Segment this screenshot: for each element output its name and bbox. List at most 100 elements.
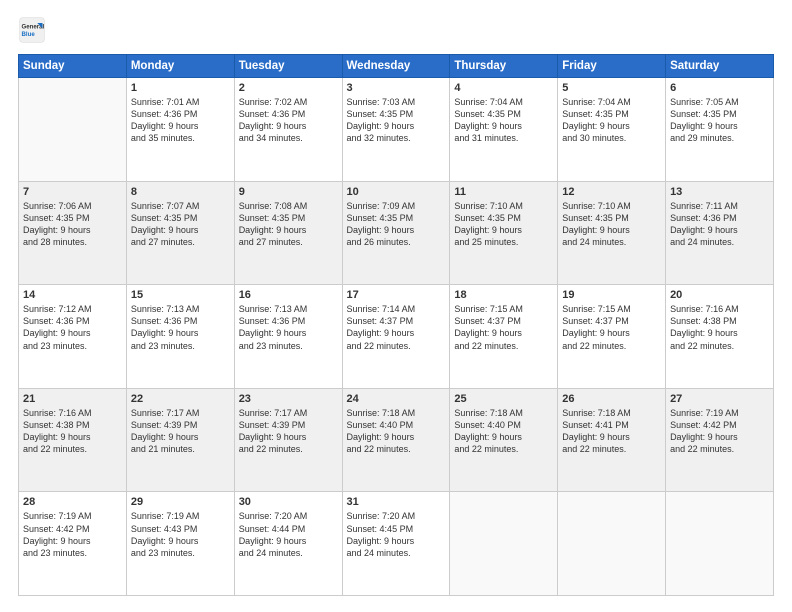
day-cell: 25 Sunrise: 7:18 AM Sunset: 4:40 PM Dayli… (450, 388, 558, 492)
day-cell: 4 Sunrise: 7:04 AM Sunset: 4:35 PM Daylig… (450, 78, 558, 182)
day-info: Sunrise: 7:02 AM Sunset: 4:36 PM Dayligh… (239, 96, 338, 145)
day-cell: 24Sunrise: 7:18 AM Sunset: 4:40 PM Dayli… (342, 388, 450, 492)
day-cell: 15Sunrise: 7:13 AM Sunset: 4:36 PM Dayli… (126, 285, 234, 389)
day-info: Sunrise: 7:17 AM Sunset: 4:39 PM Dayligh… (131, 407, 230, 456)
day-cell: 3Sunrise: 7:03 AM Sunset: 4:35 PM Daylig… (342, 78, 450, 182)
day-number: 4 (454, 82, 553, 94)
week-row-1: 1Sunrise: 7:01 AM Sunset: 4:36 PM Daylig… (19, 78, 774, 182)
day-cell (19, 78, 127, 182)
day-cell: 27 Sunrise: 7:19 AM Sunset: 4:42 PM Dayli… (666, 388, 774, 492)
day-cell: 13 Sunrise: 7:11 AM Sunset: 4:36 PM Dayli… (666, 181, 774, 285)
day-cell: 30 Sunrise: 7:20 AM Sunset: 4:44 PM Dayli… (234, 492, 342, 596)
day-number: 16 (239, 289, 338, 301)
day-info: Sunrise: 7:11 AM Sunset: 4:36 PM Dayligh… (670, 200, 769, 249)
day-info: Sunrise: 7:04 AM Sunset: 4:35 PM Dayligh… (454, 96, 553, 145)
day-cell: 17 Sunrise: 7:14 AM Sunset: 4:37 PM Dayli… (342, 285, 450, 389)
day-number: 13 (670, 186, 769, 198)
day-number: 2 (239, 82, 338, 94)
day-number: 23 (239, 393, 338, 405)
day-number: 24 (347, 393, 446, 405)
header-cell-sunday: Sunday (19, 55, 127, 78)
day-info: Sunrise: 7:20 AM Sunset: 4:45 PM Dayligh… (347, 510, 446, 559)
day-info: Sunrise: 7:19 AM Sunset: 4:42 PM Dayligh… (23, 510, 122, 559)
day-cell (558, 492, 666, 596)
day-number: 28 (23, 496, 122, 508)
day-number: 31 (347, 496, 446, 508)
page: General Blue SundayMondayTuesdayWednesda… (0, 0, 792, 612)
calendar-body: 1Sunrise: 7:01 AM Sunset: 4:36 PM Daylig… (19, 78, 774, 596)
day-number: 14 (23, 289, 122, 301)
day-info: Sunrise: 7:05 AM Sunset: 4:35 PM Dayligh… (670, 96, 769, 145)
day-info: Sunrise: 7:18 AM Sunset: 4:40 PM Dayligh… (454, 407, 553, 456)
header-row: SundayMondayTuesdayWednesdayThursdayFrid… (19, 55, 774, 78)
day-cell: 16 Sunrise: 7:13 AM Sunset: 4:36 PM Dayli… (234, 285, 342, 389)
day-number: 17 (347, 289, 446, 301)
day-cell: 26 Sunrise: 7:18 AM Sunset: 4:41 PM Dayli… (558, 388, 666, 492)
day-info: Sunrise: 7:15 AM Sunset: 4:37 PM Dayligh… (454, 303, 553, 352)
day-number: 27 (670, 393, 769, 405)
day-cell: 22 Sunrise: 7:17 AM Sunset: 4:39 PM Dayli… (126, 388, 234, 492)
day-cell: 12Sunrise: 7:10 AM Sunset: 4:35 PM Dayli… (558, 181, 666, 285)
header-cell-tuesday: Tuesday (234, 55, 342, 78)
day-info: Sunrise: 7:19 AM Sunset: 4:43 PM Dayligh… (131, 510, 230, 559)
day-info: Sunrise: 7:08 AM Sunset: 4:35 PM Dayligh… (239, 200, 338, 249)
day-number: 1 (131, 82, 230, 94)
header-cell-wednesday: Wednesday (342, 55, 450, 78)
day-number: 22 (131, 393, 230, 405)
day-cell: 31 Sunrise: 7:20 AM Sunset: 4:45 PM Dayli… (342, 492, 450, 596)
day-number: 20 (670, 289, 769, 301)
day-info: Sunrise: 7:12 AM Sunset: 4:36 PM Dayligh… (23, 303, 122, 352)
day-info: Sunrise: 7:10 AM Sunset: 4:35 PM Dayligh… (454, 200, 553, 249)
day-number: 9 (239, 186, 338, 198)
day-info: Sunrise: 7:13 AM Sunset: 4:36 PM Dayligh… (131, 303, 230, 352)
day-cell: 10 Sunrise: 7:09 AM Sunset: 4:35 PM Dayli… (342, 181, 450, 285)
calendar-table: SundayMondayTuesdayWednesdayThursdayFrid… (18, 54, 774, 596)
calendar-header: SundayMondayTuesdayWednesdayThursdayFrid… (19, 55, 774, 78)
day-cell: 1Sunrise: 7:01 AM Sunset: 4:36 PM Daylig… (126, 78, 234, 182)
day-info: Sunrise: 7:17 AM Sunset: 4:39 PM Dayligh… (239, 407, 338, 456)
day-cell: 18Sunrise: 7:15 AM Sunset: 4:37 PM Dayli… (450, 285, 558, 389)
day-cell (450, 492, 558, 596)
day-number: 10 (347, 186, 446, 198)
day-number: 26 (562, 393, 661, 405)
day-info: Sunrise: 7:16 AM Sunset: 4:38 PM Dayligh… (670, 303, 769, 352)
day-number: 30 (239, 496, 338, 508)
header-cell-thursday: Thursday (450, 55, 558, 78)
day-number: 29 (131, 496, 230, 508)
day-number: 8 (131, 186, 230, 198)
day-info: Sunrise: 7:04 AM Sunset: 4:35 PM Dayligh… (562, 96, 661, 145)
week-row-3: 14 Sunrise: 7:12 AM Sunset: 4:36 PM Dayli… (19, 285, 774, 389)
day-cell: 29 Sunrise: 7:19 AM Sunset: 4:43 PM Dayli… (126, 492, 234, 596)
day-info: Sunrise: 7:13 AM Sunset: 4:36 PM Dayligh… (239, 303, 338, 352)
day-cell: 19 Sunrise: 7:15 AM Sunset: 4:37 PM Dayli… (558, 285, 666, 389)
day-number: 25 (454, 393, 553, 405)
day-info: Sunrise: 7:10 AM Sunset: 4:35 PM Dayligh… (562, 200, 661, 249)
day-cell: 5Sunrise: 7:04 AM Sunset: 4:35 PM Daylig… (558, 78, 666, 182)
day-cell: 20 Sunrise: 7:16 AM Sunset: 4:38 PM Dayli… (666, 285, 774, 389)
day-info: Sunrise: 7:15 AM Sunset: 4:37 PM Dayligh… (562, 303, 661, 352)
day-cell: 28 Sunrise: 7:19 AM Sunset: 4:42 PM Dayli… (19, 492, 127, 596)
day-cell: 7Sunrise: 7:06 AM Sunset: 4:35 PM Daylig… (19, 181, 127, 285)
svg-text:Blue: Blue (22, 31, 36, 38)
logo: General Blue (18, 16, 50, 44)
day-info: Sunrise: 7:09 AM Sunset: 4:35 PM Dayligh… (347, 200, 446, 249)
week-row-5: 28 Sunrise: 7:19 AM Sunset: 4:42 PM Dayli… (19, 492, 774, 596)
day-cell: 8 Sunrise: 7:07 AM Sunset: 4:35 PM Daylig… (126, 181, 234, 285)
day-info: Sunrise: 7:20 AM Sunset: 4:44 PM Dayligh… (239, 510, 338, 559)
day-info: Sunrise: 7:07 AM Sunset: 4:35 PM Dayligh… (131, 200, 230, 249)
day-number: 19 (562, 289, 661, 301)
day-info: Sunrise: 7:19 AM Sunset: 4:42 PM Dayligh… (670, 407, 769, 456)
day-number: 6 (670, 82, 769, 94)
day-number: 7 (23, 186, 122, 198)
week-row-2: 7Sunrise: 7:06 AM Sunset: 4:35 PM Daylig… (19, 181, 774, 285)
day-number: 21 (23, 393, 122, 405)
header-cell-monday: Monday (126, 55, 234, 78)
day-cell: 21Sunrise: 7:16 AM Sunset: 4:38 PM Dayli… (19, 388, 127, 492)
day-info: Sunrise: 7:14 AM Sunset: 4:37 PM Dayligh… (347, 303, 446, 352)
header-cell-saturday: Saturday (666, 55, 774, 78)
day-cell: 9 Sunrise: 7:08 AM Sunset: 4:35 PM Daylig… (234, 181, 342, 285)
day-cell: 23 Sunrise: 7:17 AM Sunset: 4:39 PM Dayli… (234, 388, 342, 492)
day-info: Sunrise: 7:03 AM Sunset: 4:35 PM Dayligh… (347, 96, 446, 145)
day-cell (666, 492, 774, 596)
day-info: Sunrise: 7:18 AM Sunset: 4:41 PM Dayligh… (562, 407, 661, 456)
